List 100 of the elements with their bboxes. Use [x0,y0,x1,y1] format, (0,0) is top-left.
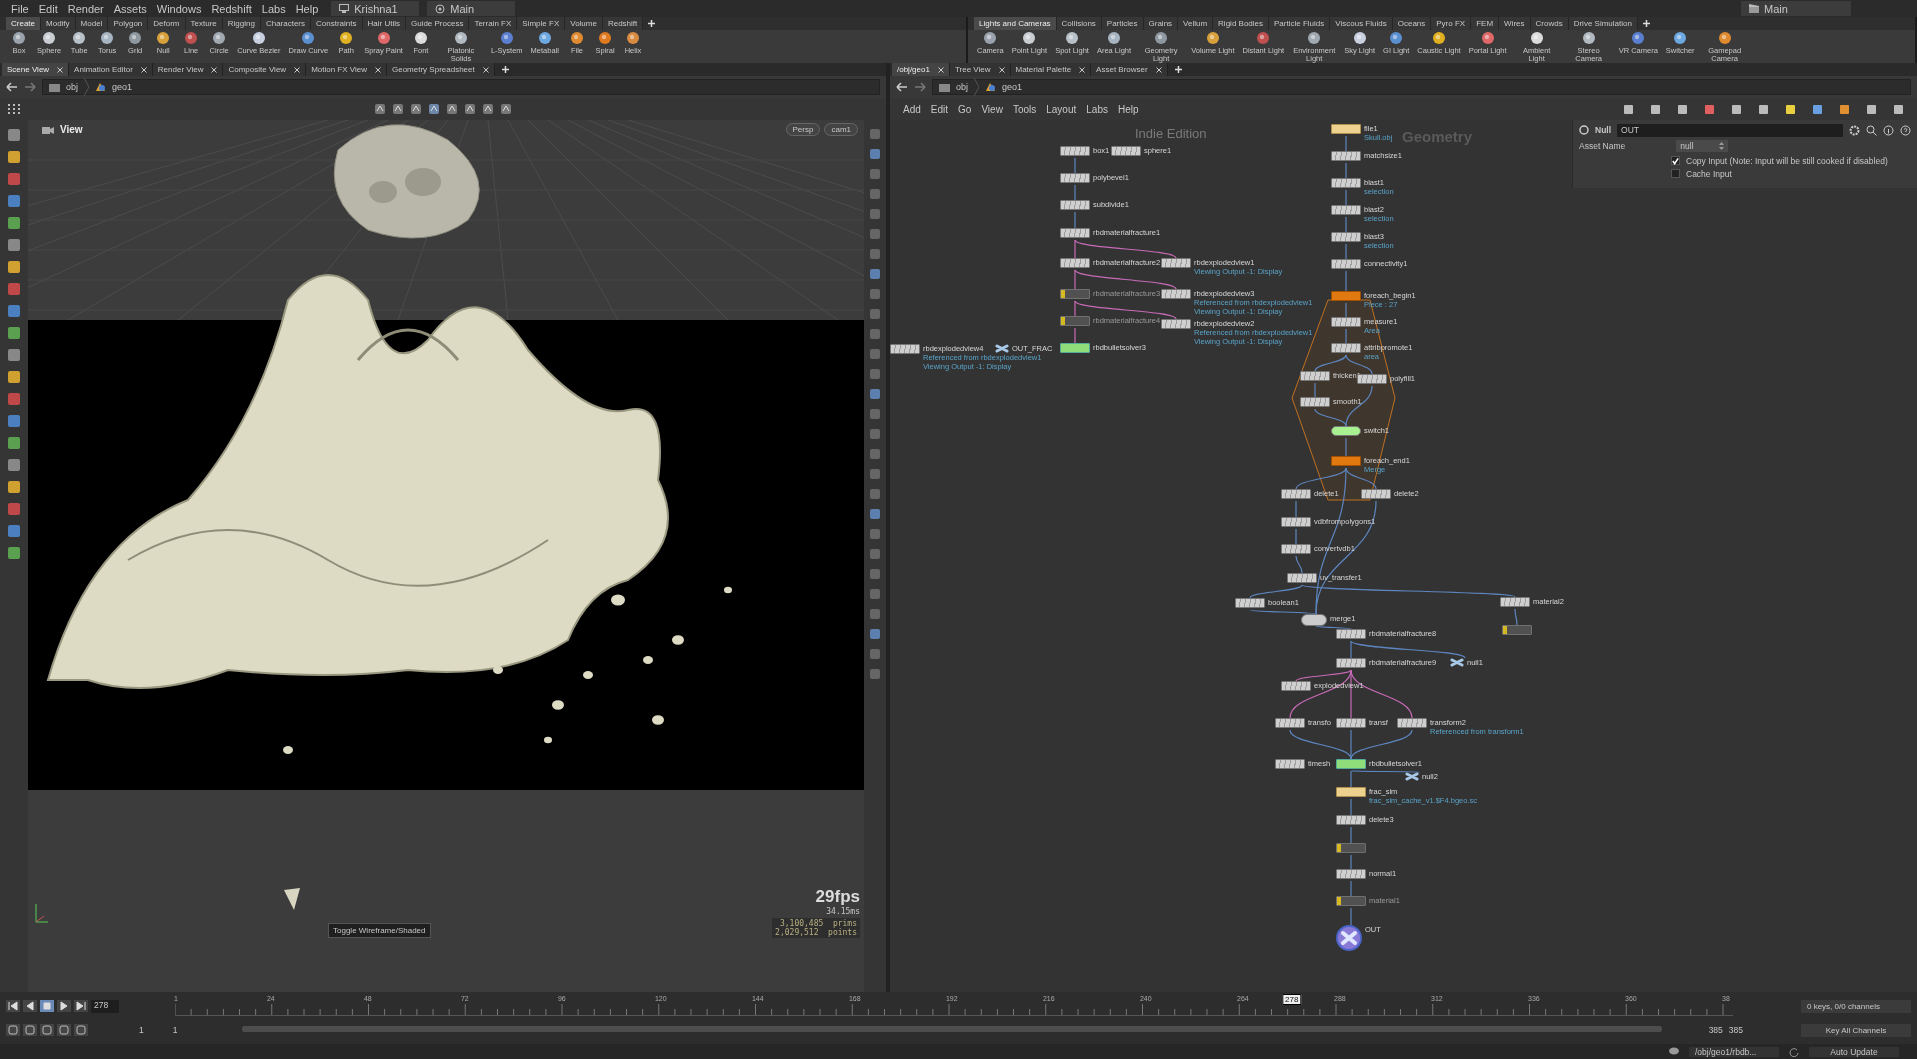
menu-item[interactable]: File [6,2,34,15]
node-tile[interactable] [1060,200,1090,210]
shelf-tab[interactable]: FEM [1471,17,1500,30]
node-tile[interactable] [1336,658,1366,668]
context-dropdown[interactable]: Main [427,1,516,16]
pane-tab[interactable]: Composite View [223,63,307,76]
context-dropdown[interactable]: Main [1741,1,1851,16]
asset-name-dropdown[interactable]: null [1676,140,1729,152]
solver-node-tile[interactable] [1060,343,1090,353]
playback-button[interactable] [57,1000,71,1012]
node-tile[interactable] [1287,573,1317,583]
checkbox[interactable] [1671,169,1680,178]
shelf-tab[interactable]: Rigid Bodies [1213,17,1269,30]
node-tile[interactable] [1331,317,1361,327]
pane-tab[interactable]: Geometry Spreadsheet [387,63,495,76]
pane-tab[interactable]: /obj/geo1 [892,63,950,76]
playback-option-button[interactable] [23,1024,37,1036]
menu-item[interactable]: Windows [151,2,207,15]
frame-field[interactable]: 278 [91,999,119,1013]
shelf-tab[interactable]: Wires [1499,17,1531,30]
menu-item[interactable]: Redshift [206,2,257,15]
shelf-tab[interactable]: Model [75,17,109,30]
camera-menu-button[interactable]: cam1 [824,123,858,136]
playhead[interactable]: 278 [1282,994,1302,1005]
playback-button[interactable] [6,1000,20,1012]
shelf-tab[interactable]: Viscous Fluids [1330,17,1393,30]
node-tile[interactable] [1281,544,1311,554]
bypassed-node-tile[interactable] [1336,843,1366,853]
bypassed-node-tile[interactable] [1336,896,1366,906]
node-tile[interactable] [1275,718,1305,728]
node-tile[interactable] [1060,173,1090,183]
shelf-tab[interactable]: Rigging [222,17,261,30]
shelf-tab[interactable]: Vellum [1178,17,1214,30]
shelf-tab[interactable]: Particle Fluids [1269,17,1331,30]
range-start-field[interactable]: 1 [172,1025,178,1035]
path-field[interactable]: obj geo1 [932,79,1911,95]
shelf-tab[interactable]: Guide Process [405,17,470,30]
menu-item[interactable]: Edit [925,103,954,115]
shelf-tab[interactable]: Particles [1101,17,1144,30]
node-tile[interactable] [1281,681,1311,691]
output-node-tile[interactable] [1336,925,1362,951]
node-tile[interactable] [1281,489,1311,499]
shelf-tab[interactable]: Redshift [602,17,644,30]
bypassed-node-tile[interactable] [1060,316,1090,326]
pane-tab[interactable]: Tree View [949,63,1011,76]
merge-node-tile[interactable] [1301,614,1327,626]
node-tile[interactable] [1060,228,1090,238]
node-tile[interactable] [1336,869,1366,879]
solver-node-tile[interactable] [1336,759,1366,769]
node-tile[interactable] [1300,397,1330,407]
node-tile[interactable] [1397,718,1427,728]
playback-button[interactable] [23,1000,37,1012]
node-tile[interactable] [1331,343,1361,353]
switch-node-tile[interactable] [1331,426,1361,436]
bypassed-node-tile[interactable] [1060,289,1090,299]
node-tile[interactable] [1331,151,1361,161]
playback-button[interactable] [74,1000,88,1012]
node-tile[interactable] [1111,146,1141,156]
shelf-tab[interactable]: Terrain FX [469,17,518,30]
node-tile[interactable] [1331,178,1361,188]
node-tile[interactable] [1235,598,1265,608]
pane-tab[interactable]: Render View [152,63,224,76]
node-tile[interactable] [1331,205,1361,215]
menu-item[interactable]: Render [62,2,109,15]
node-tile[interactable] [1331,259,1361,269]
node-name-field[interactable]: OUT [1617,123,1843,137]
path-field[interactable]: obj geo1 [42,79,880,95]
menu-item[interactable]: View [976,103,1008,115]
shelf-tab[interactable]: Crowds [1530,17,1569,30]
loop-node-tile[interactable] [1331,291,1361,301]
shelf-tab[interactable]: Pyro FX [1431,17,1472,30]
menu-item[interactable]: Tools [1007,103,1042,115]
playback-option-button[interactable] [40,1024,54,1036]
shelf-tab[interactable]: Modify [41,17,76,30]
shelf-tab[interactable]: Oceans [1392,17,1432,30]
menu-item[interactable]: Help [1112,103,1144,115]
file-node-tile[interactable] [1331,124,1361,134]
menu-item[interactable]: Help [290,2,324,15]
range-end-field[interactable]: 385 [1708,1025,1723,1035]
shelf-tab[interactable]: Hair Utils [362,17,406,30]
desktop-dropdown[interactable]: Krishna1 [331,1,420,16]
node-tile[interactable] [1336,815,1366,825]
pane-tab[interactable]: Material Palette [1010,63,1092,76]
projection-menu-button[interactable]: Persp [785,123,821,136]
node-tile[interactable] [1361,489,1391,499]
shelf-tab[interactable]: Grains [1143,17,1179,30]
menu-item[interactable]: Edit [33,2,63,15]
node-tile[interactable] [1336,718,1366,728]
shelf-tab[interactable]: Characters [260,17,312,30]
checkbox[interactable] [1671,156,1680,165]
shelf-tab[interactable]: Polygon [108,17,149,30]
node-tile[interactable] [1060,258,1090,268]
node-tile[interactable] [1331,232,1361,242]
shelf-tab[interactable]: Collisions [1056,17,1102,30]
node-tile[interactable] [1060,146,1090,156]
shelf-tab[interactable]: Constraints [311,17,363,30]
pane-tab[interactable]: Scene View [2,63,70,76]
menu-item[interactable]: Add [898,103,926,115]
pane-tab[interactable]: Asset Browser [1091,63,1168,76]
node-tile[interactable] [1275,759,1305,769]
